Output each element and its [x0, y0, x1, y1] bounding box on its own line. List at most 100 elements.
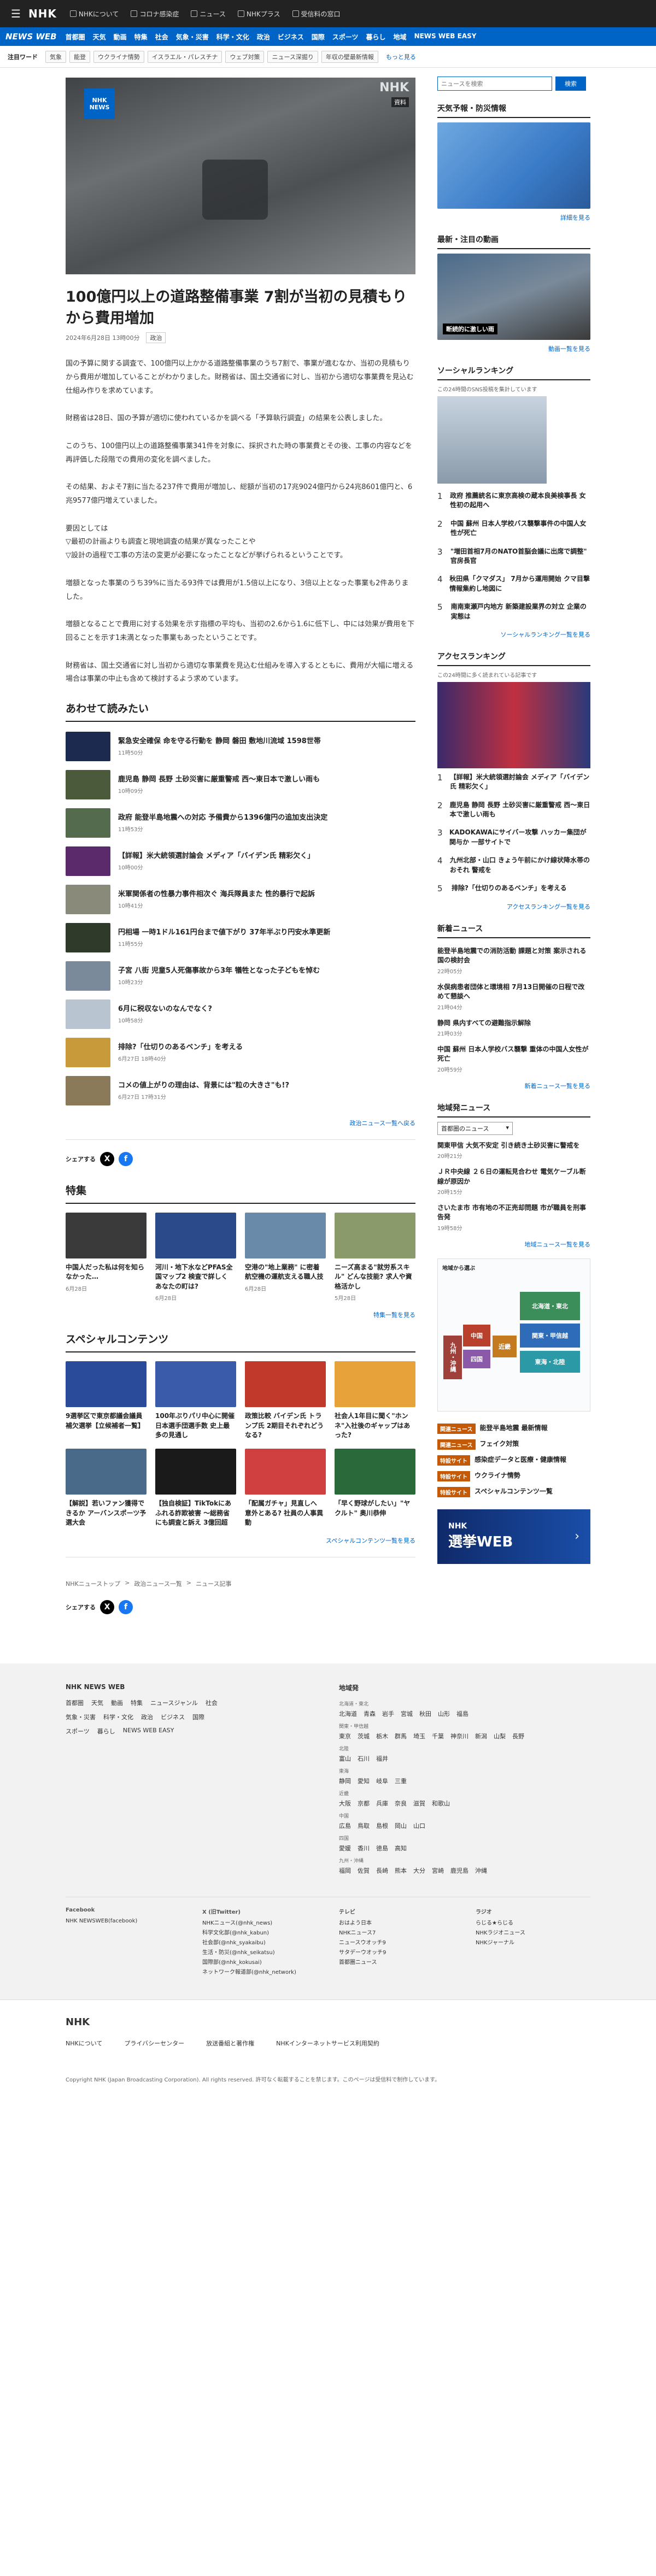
- footer-bottom-link[interactable]: NHKインターネットサービス利用契約: [276, 2039, 379, 2048]
- search-input[interactable]: [437, 77, 552, 91]
- special-tag-row[interactable]: 特設サイト スペシャルコンテンツ一覧: [437, 1486, 590, 1497]
- region-kanto[interactable]: 関東・甲信越: [520, 1323, 580, 1348]
- footer-sns-link[interactable]: NHKニュース7: [339, 1928, 454, 1938]
- footer-region-link[interactable]: 宮城: [401, 1709, 413, 1718]
- social-rank-item[interactable]: 1 政府 推薦統名に東京高検の蔵本良美検事長 女性初の起用へ: [437, 487, 590, 515]
- footer-region-link[interactable]: 岩手: [382, 1709, 394, 1718]
- footer-region-link[interactable]: 和歌山: [432, 1799, 450, 1808]
- footer-region-link[interactable]: 滋賀: [413, 1799, 425, 1808]
- footer-region-link[interactable]: 徳島: [376, 1844, 388, 1852]
- footer-region-link[interactable]: 栃木: [376, 1732, 388, 1740]
- access-rank-item[interactable]: 2 鹿児島 静岡 長野 土砂災害に厳重警戒 西〜東日本で激しい雨も: [437, 796, 590, 824]
- social-rank-title[interactable]: 南南東瀬戸内地方 新築建設業界の対立 企業の実態は: [451, 602, 590, 621]
- footer-region-link[interactable]: 大分: [413, 1866, 425, 1875]
- social-rank-item[interactable]: 2 中国 蘇州 日本人学校バス襲撃事件の中国人女性が死亡: [437, 515, 590, 543]
- special-title[interactable]: 社会人1年目に聞く"ホンネ"入社後のギャップはあった?: [335, 1411, 415, 1440]
- feature-title[interactable]: ニーズ高まる"就労系スキル" どんな技能? 求人や資格活かし: [335, 1263, 415, 1291]
- footer-region-link[interactable]: 福島: [456, 1709, 468, 1718]
- region-kinki[interactable]: 近畿: [493, 1335, 517, 1357]
- footer-sns-link[interactable]: 社会部(@nhk_syakaibu): [202, 1938, 317, 1948]
- local-link[interactable]: 地域ニュース一覧を見る: [437, 1240, 590, 1249]
- facebook-share-icon[interactable]: f: [119, 1151, 133, 1166]
- breadcrumb-item[interactable]: NHKニューストップ: [66, 1579, 120, 1588]
- footer-region-link[interactable]: 奈良: [395, 1799, 407, 1808]
- feature-title[interactable]: 空港の"地上業務" に密着 航空機の運航支える職人技: [245, 1263, 326, 1282]
- top-nav-item[interactable]: コロナ感染症: [131, 9, 179, 19]
- footer-region-link[interactable]: 静岡: [339, 1777, 351, 1785]
- keyword-chip[interactable]: 気象: [45, 50, 66, 63]
- local-news-item[interactable]: さいたま市 市有地の不正売却問題 市が職員を刑事告発 19時58分: [437, 1199, 590, 1236]
- social-top-image[interactable]: [437, 396, 547, 484]
- special-card[interactable]: 政策比較 バイデン氏 トランプ氏 2期目それぞれどうなる?: [245, 1361, 326, 1440]
- local-news-title[interactable]: 関東甲信 大気不安定 引き続き土砂災害に警戒を: [437, 1141, 590, 1150]
- local-news-item[interactable]: 関東甲信 大気不安定 引き続き土砂災害に警戒を 20時21分: [437, 1137, 590, 1163]
- footer-region-link[interactable]: 大阪: [339, 1799, 351, 1808]
- special-card[interactable]: 9選挙区で東京都議会議員補欠選挙【立候補者一覧】: [66, 1361, 147, 1440]
- x-share-icon[interactable]: X: [100, 1151, 114, 1166]
- special-card[interactable]: 「早く野球がしたい」"ヤクルト" 奥川恭伸: [335, 1449, 415, 1527]
- footer-sns-link[interactable]: NHKニュース(@nhk_news): [202, 1919, 317, 1928]
- video-link[interactable]: 動画一覧を見る: [437, 344, 590, 353]
- latest-link[interactable]: 新着ニュース一覧を見る: [437, 1081, 590, 1090]
- related-item[interactable]: 【詳報】米大統領選討論会 メディア「バイデン氏 精彩欠く」 10時00分: [66, 842, 415, 880]
- region-chugoku[interactable]: 中国: [463, 1324, 490, 1346]
- feature-title[interactable]: 河川・地下水などPFAS全国マップ2 検査で詳しく あなたの町は?: [155, 1263, 236, 1291]
- related-item[interactable]: 円相場 一時1ドル161円台まで値下がり 37年半ぶり円安水準更新 11時55分: [66, 919, 415, 957]
- footer-left-heading[interactable]: NHK NEWS WEB: [66, 1683, 230, 1691]
- footer-link[interactable]: ビジネス: [161, 1713, 185, 1721]
- related-item[interactable]: 政府 能登半島地震への対応 予備費から1396億円の追加支出決定 11時53分: [66, 804, 415, 842]
- footer-link[interactable]: ニュースジャンル: [150, 1698, 198, 1707]
- footer-region-link[interactable]: 福岡: [339, 1866, 351, 1875]
- footer-region-link[interactable]: 岐阜: [376, 1777, 388, 1785]
- footer-region-link[interactable]: 富山: [339, 1754, 351, 1763]
- access-rank-item[interactable]: 4 九州北部・山口 きょう午前にかけ線状降水帯のおそれ 警戒を: [437, 851, 590, 879]
- footer-sns-link[interactable]: ニュースウオッチ9: [339, 1938, 454, 1948]
- footer-sns-link[interactable]: NHK NEWSWEB(facebook): [66, 1916, 180, 1926]
- related-title[interactable]: 米軍関係者の性暴力事件相次ぐ 海兵隊員また 性的暴行で起訴: [118, 890, 315, 899]
- footer-region-link[interactable]: 愛媛: [339, 1844, 351, 1852]
- related-item[interactable]: 米軍関係者の性暴力事件相次ぐ 海兵隊員また 性的暴行で起訴 10時41分: [66, 880, 415, 919]
- access-rank-title[interactable]: 九州北部・山口 きょう午前にかけ線状降水帯のおそれ 警戒を: [450, 856, 590, 875]
- social-rank-title[interactable]: 中国 蘇州 日本人学校バス襲撃事件の中国人女性が死亡: [450, 519, 590, 538]
- related-item[interactable]: 鹿児島 静岡 長野 土砂災害に厳重警戒 西〜東日本で激しい雨も 10時09分: [66, 766, 415, 804]
- social-link[interactable]: ソーシャルランキング一覧を見る: [437, 630, 590, 639]
- footer-region-link[interactable]: 宮崎: [432, 1866, 444, 1875]
- footer-region-link[interactable]: 岡山: [395, 1821, 407, 1830]
- social-rank-item[interactable]: 5 南南東瀬戸内地方 新築建設業界の対立 企業の実態は: [437, 598, 590, 626]
- footer-region-link[interactable]: 京都: [358, 1799, 370, 1808]
- special-title[interactable]: 政策比較 バイデン氏 トランプ氏 2期目それぞれどうなる?: [245, 1411, 326, 1440]
- footer-sns-link[interactable]: 生活・防災(@nhk_seikatsu): [202, 1948, 317, 1958]
- footer-link[interactable]: 科学・文化: [103, 1713, 133, 1721]
- footer-link[interactable]: 政治: [141, 1713, 153, 1721]
- footer-region-link[interactable]: 香川: [358, 1844, 370, 1852]
- access-link[interactable]: アクセスランキング一覧を見る: [437, 902, 590, 911]
- search-button[interactable]: 検索: [555, 77, 586, 91]
- special-tag-text[interactable]: スペシャルコンテンツ一覧: [475, 1487, 553, 1496]
- weather-map[interactable]: [437, 122, 590, 209]
- news-nav-item[interactable]: 社会: [155, 32, 168, 42]
- footer-link[interactable]: 特集: [131, 1698, 143, 1707]
- news-nav-item[interactable]: 暮らし: [366, 32, 386, 42]
- footer-bottom-link[interactable]: NHKについて: [66, 2039, 102, 2048]
- footer-link[interactable]: 首都圏: [66, 1698, 84, 1707]
- special-title[interactable]: 【独自検証】TikTokにあふれる詐欺被害 ～総務省にも調査と訴え 3億回超: [155, 1499, 236, 1527]
- local-news-item[interactable]: ＪＲ中央線 ２６日の運転見合わせ 電気ケーブル断線が原因か 20時15分: [437, 1163, 590, 1199]
- footer-link[interactable]: 暮らし: [97, 1727, 115, 1736]
- related-title[interactable]: 子宮 八街 児童5人死傷事故から3年 犠牲となった子どもを悼む: [118, 966, 320, 976]
- election-banner[interactable]: NHK 選挙WEB ›: [437, 1509, 590, 1564]
- access-rank-title[interactable]: 【詳報】米大統領選討論会 メディア「バイデン氏 精彩欠く」: [450, 773, 590, 792]
- latest-news-title[interactable]: 静岡 県内すべての避難指示解除: [437, 1019, 590, 1028]
- keyword-chip[interactable]: ウクライナ情勢: [93, 50, 144, 63]
- related-item[interactable]: 排除?「仕切りのあるベンチ」を考える 6月27日 18時40分: [66, 1033, 415, 1072]
- news-nav-item[interactable]: 特集: [134, 32, 148, 42]
- region-select[interactable]: 首都圏のニュース ▾: [437, 1121, 513, 1135]
- local-news-title[interactable]: さいたま市 市有地の不正売却問題 市が職員を刑事告発: [437, 1203, 590, 1222]
- footer-region-link[interactable]: 福井: [376, 1754, 388, 1763]
- news-nav-item[interactable]: NEWS WEB EASY: [414, 32, 477, 42]
- news-nav-item[interactable]: スポーツ: [332, 32, 359, 42]
- access-rank-item[interactable]: 5 排除?「仕切りのあるベンチ」を考える: [437, 879, 590, 898]
- footer-region-link[interactable]: 秋田: [419, 1709, 431, 1718]
- related-title[interactable]: コメの値上がりの理由は、背景には"粒の大きさ"も!?: [118, 1081, 289, 1091]
- hamburger-icon[interactable]: ☰: [11, 7, 21, 20]
- special-title[interactable]: 【解説】若いファン獲得できるか アーバンスポーツ予選大会: [66, 1499, 147, 1527]
